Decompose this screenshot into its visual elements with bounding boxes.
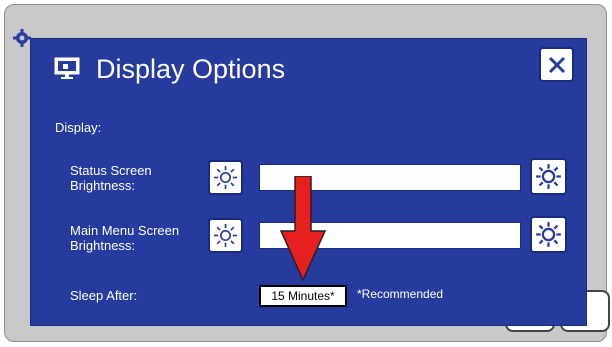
status-brightness-increase-button[interactable] <box>530 158 567 195</box>
sleep-after-select[interactable]: 15 Minutes* <box>259 285 347 307</box>
main-menu-screen-brightness-label: Main Menu Screen Brightness: <box>70 223 180 253</box>
sleep-after-label: Sleep After: <box>70 288 138 303</box>
close-button[interactable] <box>539 47 574 82</box>
sun-bright-icon <box>536 164 561 189</box>
recommended-note: *Recommended <box>357 287 444 301</box>
gear-icon <box>13 29 31 47</box>
screen: Display Options Display: Status Screen B… <box>0 0 612 347</box>
display-icon <box>54 57 80 79</box>
status-screen-brightness-label: Status Screen Brightness: <box>70 163 152 193</box>
status-brightness-decrease-button[interactable] <box>208 160 243 195</box>
main-menu-brightness-decrease-button[interactable] <box>208 218 243 253</box>
section-label: Display: <box>55 120 102 135</box>
main-menu-brightness-increase-button[interactable] <box>530 216 567 253</box>
red-arrow <box>280 176 326 281</box>
close-icon <box>548 56 565 73</box>
sun-dim-icon <box>214 166 237 189</box>
sun-dim-icon <box>214 224 237 247</box>
dialog-title: Display Options <box>96 54 286 84</box>
sun-bright-icon <box>536 222 561 247</box>
